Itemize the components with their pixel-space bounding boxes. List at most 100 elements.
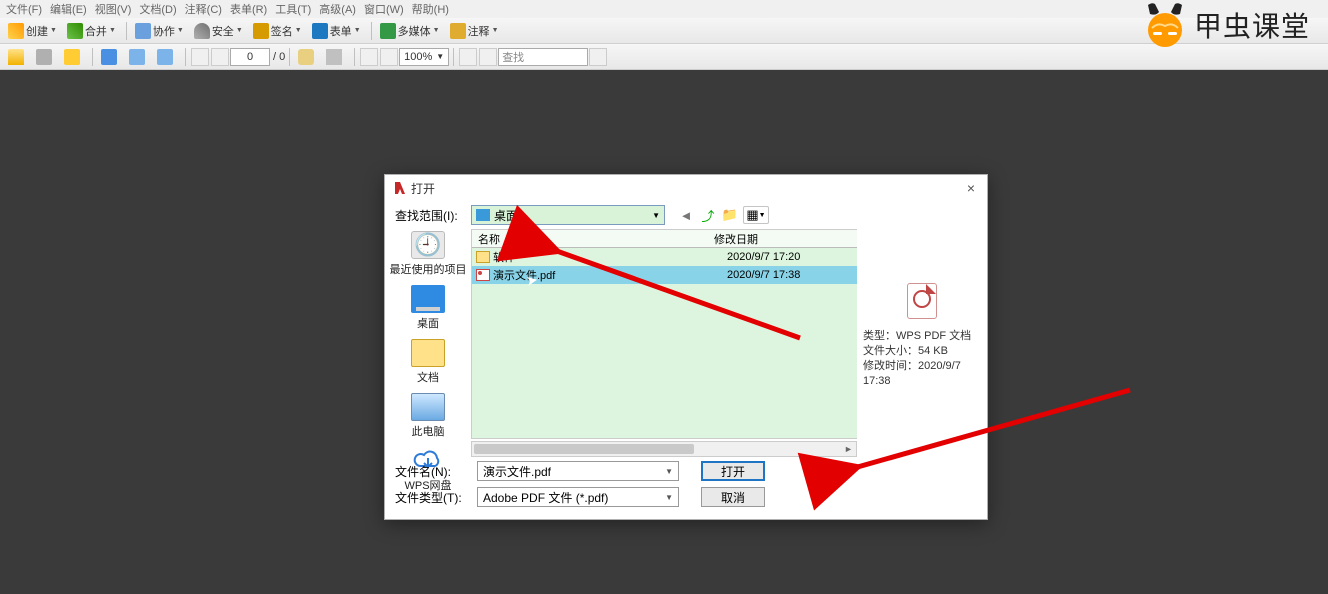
desktop-icon [411,285,445,313]
merge-button[interactable]: 合并▼ [63,22,120,40]
zoom-in-button[interactable] [380,48,398,66]
save-button[interactable] [97,48,123,66]
find-next-button[interactable] [589,48,607,66]
tool-button-2[interactable] [153,48,179,66]
select-tool[interactable] [322,48,348,66]
sidebar-label: 最近使用的项目 [390,261,467,277]
file-row[interactable]: 演示文件.pdf 2020/9/7 17:38 [472,266,857,284]
scroll-thumb[interactable] [474,444,694,454]
horizontal-scrollbar[interactable]: ◄ ► [471,441,857,457]
page-prev-button[interactable] [191,48,209,66]
page-total: 0 [279,51,285,63]
separator [354,48,355,66]
header-name[interactable]: 名称 [472,231,710,247]
hand-tool[interactable] [294,48,320,66]
mail-icon [64,49,80,65]
dialog-title-text: 打开 [411,180,435,197]
media-button[interactable]: 多媒体▼ [376,22,444,40]
form-icon [312,23,328,39]
open-folder-button[interactable] [4,48,30,66]
nav-up-button[interactable]: ⤴ [699,206,717,224]
secure-button[interactable]: 安全▼ [190,22,247,40]
filetype-select[interactable]: Adobe PDF 文件 (*.pdf)▼ [477,487,679,507]
nav-view-button[interactable]: ▦▼ [743,206,769,224]
dialog-titlebar: 打开 × [385,175,987,201]
folder-icon [8,49,24,65]
separator [289,48,290,66]
sidebar-item-pc[interactable]: 此电脑 [385,393,471,439]
generic-icon [129,49,145,65]
open-dialog: 打开 × 查找范围(I): 桌面 ▼ ◄ ⤴ 📁 ▦▼ 🕘 最近使用的项目 桌面 [384,174,988,520]
sign-button[interactable]: 签名▼ [249,22,306,40]
nav-newfolder-button[interactable]: 📁 [721,206,739,224]
filetype-label: 文件类型(T): [395,489,477,506]
tool-button-1[interactable] [125,48,151,66]
merge-icon [67,23,83,39]
menu-tool[interactable]: 工具(T) [275,1,311,17]
desktop-icon [476,209,490,221]
header-date[interactable]: 修改日期 [710,231,857,247]
save-icon [101,49,117,65]
zoom-select[interactable]: 100%▼ [399,48,449,66]
beetle-icon [1142,2,1188,48]
fit-button-2[interactable] [479,48,497,66]
sidebar-item-desktop[interactable]: 桌面 [385,285,471,331]
separator [453,48,454,66]
scope-label: 查找范围(I): [395,207,471,224]
mail-button[interactable] [60,48,86,66]
file-list-header: 名称 修改日期 [472,230,857,248]
file-date: 2020/9/7 17:20 [727,251,857,263]
cancel-button[interactable]: 取消 [701,487,765,507]
file-name: 软件 [493,249,727,265]
adobe-icon [393,181,407,195]
file-name: 演示文件.pdf [493,267,727,283]
create-button[interactable]: 创建▼ [4,22,61,40]
pen-icon [253,23,269,39]
chevron-down-icon: ▼ [652,211,660,220]
menu-document[interactable]: 文档(D) [139,1,176,17]
menu-help[interactable]: 帮助(H) [412,1,449,17]
scope-value: 桌面 [494,207,518,224]
collab-icon [135,23,151,39]
menu-window[interactable]: 窗口(W) [364,1,404,17]
file-list[interactable]: 名称 修改日期 软件 2020/9/7 17:20 演示文件.pdf 2020/… [471,229,857,439]
form-button[interactable]: 表单▼ [308,22,365,40]
sidebar-item-recent[interactable]: 🕘 最近使用的项目 [385,231,471,277]
page-next-button[interactable] [211,48,229,66]
sidebar-label: 桌面 [417,315,439,331]
close-button[interactable]: × [963,180,979,196]
menu-edit[interactable]: 编辑(E) [50,1,87,17]
file-list-area: 名称 修改日期 软件 2020/9/7 17:20 演示文件.pdf 2020/… [471,229,857,457]
docs-icon [411,339,445,367]
nav-back-button[interactable]: ◄ [677,206,695,224]
preview-pdf-icon [907,283,937,319]
comment-button[interactable]: 注释▼ [446,22,503,40]
menu-advanced[interactable]: 高级(A) [319,1,356,17]
menu-table[interactable]: 表单(R) [230,1,267,17]
scope-select[interactable]: 桌面 ▼ [471,205,665,225]
fit-button-1[interactable] [459,48,477,66]
zoom-out-button[interactable] [360,48,378,66]
menu-file[interactable]: 文件(F) [6,1,42,17]
menu-comment[interactable]: 注释(C) [185,1,222,17]
places-sidebar: 🕘 最近使用的项目 桌面 文档 此电脑 WPS网盘 [385,229,471,457]
print-button[interactable] [32,48,58,66]
separator [185,48,186,66]
preview-date: 修改时间：2020/9/7 17:38 [863,359,981,389]
filename-input[interactable]: 演示文件.pdf▼ [477,461,679,481]
find-input[interactable]: 查找 [498,48,588,66]
computer-icon [411,393,445,421]
generic-icon [157,49,173,65]
page-current-input[interactable]: 0 [230,48,270,66]
brand-logo: 甲虫课堂 [1142,2,1310,48]
scroll-right-icon[interactable]: ► [841,442,856,456]
file-row[interactable]: 软件 2020/9/7 17:20 [472,248,857,266]
page-sep: / [273,51,276,63]
sidebar-label: 此电脑 [412,423,445,439]
menu-view[interactable]: 视图(V) [95,1,132,17]
collab-button[interactable]: 协作▼ [131,22,188,40]
media-icon [380,23,396,39]
open-button[interactable]: 打开 [701,461,765,481]
separator [126,22,127,40]
sidebar-item-docs[interactable]: 文档 [385,339,471,385]
